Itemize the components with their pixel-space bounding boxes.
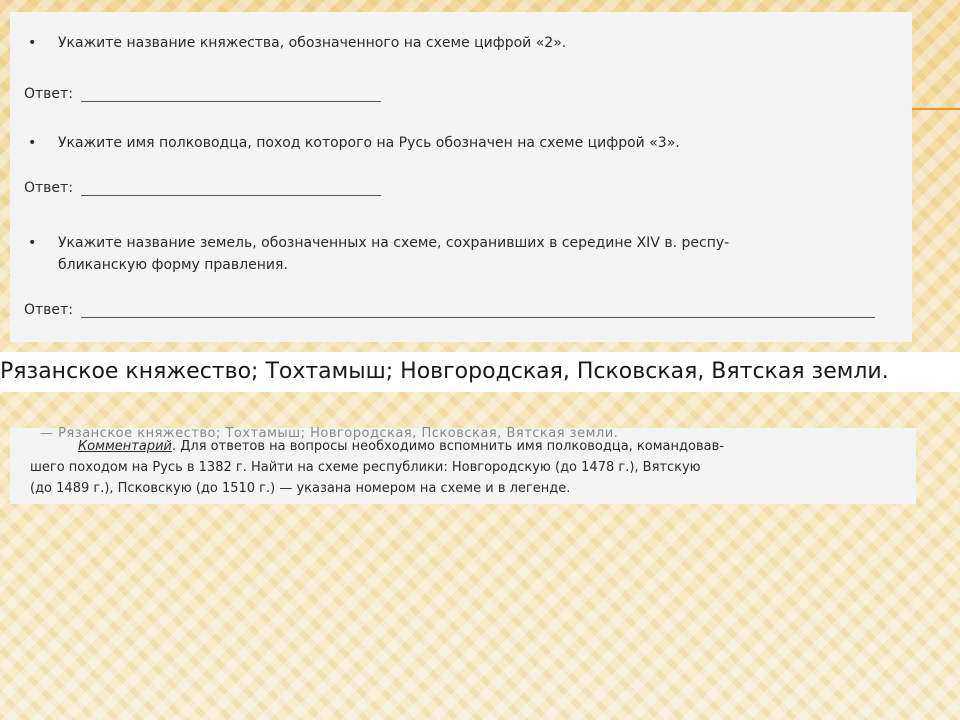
answer-2-label: Ответ:: [24, 180, 73, 196]
answer-strip-text: Рязанское княжество; Тохтамыш; Новгородс…: [0, 359, 889, 384]
question-3-text-line1: Укажите название земель, обозначенных на…: [58, 235, 730, 251]
answer-strip: Рязанское княжество; Тохтамыш; Новгородс…: [0, 352, 960, 392]
comment-block: Комментарий. Для ответов на вопросы необ…: [30, 436, 898, 499]
comment-line2: шего походом на Русь в 1382 г. Найти на …: [30, 460, 701, 475]
answer-1-label: Ответ:: [24, 86, 73, 102]
question-1: • Укажите название княжества, обозначенно…: [28, 35, 567, 51]
question-2: • Укажите имя полководца, поход которого …: [28, 135, 680, 151]
answer-1: Ответ:: [24, 86, 381, 102]
answer-3-label: Ответ:: [24, 302, 73, 318]
questions-scan: • Укажите название княжества, обозначенно…: [10, 12, 912, 342]
question-2-text: Укажите имя полководца, поход которого н…: [58, 135, 680, 151]
comment-keyword: Комментарий: [78, 439, 172, 454]
answer-2-line: [80, 181, 381, 196]
comment-line1: . Для ответов на вопросы необходимо вспо…: [171, 439, 724, 454]
decorative-accent-line: [912, 108, 960, 110]
answer-1-line: [80, 87, 381, 102]
answer-3: Ответ:: [24, 302, 875, 318]
question-3: • Укажите название земель, обозначенных н…: [28, 235, 730, 273]
comment-scan: — Рязанское княжество; Тохтамыш; Новгоро…: [10, 426, 916, 504]
answer-3-line: [80, 303, 875, 318]
answer-2: Ответ:: [24, 180, 381, 196]
question-3-text-line2: бликанскую форму правления.: [58, 257, 288, 273]
comment-line3: (до 1489 г.), Псковскую (до 1510 г.) — у…: [30, 481, 571, 496]
question-1-text: Укажите название княжества, обозначенног…: [58, 35, 567, 51]
